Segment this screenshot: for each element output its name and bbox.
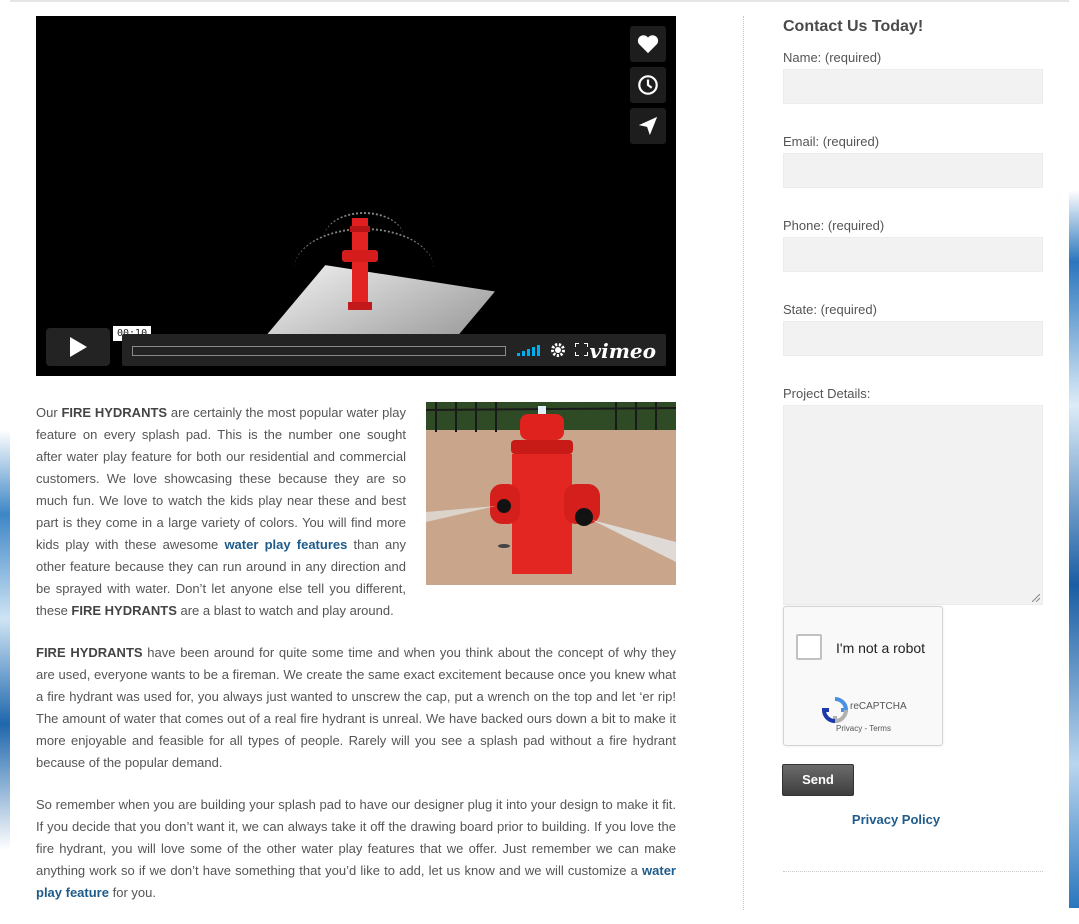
project-details-textarea[interactable] (783, 405, 1043, 605)
state-label: State: (required) (783, 302, 877, 317)
recaptcha-logo-icon (822, 697, 848, 723)
share-button[interactable] (630, 108, 666, 144)
vimeo-logo[interactable]: vimeo (590, 339, 656, 363)
water-play-features-link[interactable]: water play features (224, 537, 347, 552)
clock-icon (638, 75, 658, 95)
page-content: 00:10 vimeo (10, 0, 1069, 910)
name-field[interactable] (783, 69, 1043, 104)
recaptcha-checkbox[interactable] (796, 634, 822, 660)
like-button[interactable] (630, 26, 666, 62)
phone-field[interactable] (783, 237, 1043, 272)
article-paragraph-3: So remember when you are building your s… (36, 797, 676, 900)
fullscreen-icon[interactable] (575, 343, 588, 356)
video-progress-bar[interactable] (132, 346, 506, 356)
volume-icon[interactable] (517, 345, 540, 356)
send-icon (638, 116, 658, 136)
fire-hydrant-photo (426, 402, 676, 585)
send-button[interactable]: Send (782, 764, 854, 796)
recaptcha-widget: I'm not a robot reCAPTCHA Privacy - Term… (783, 606, 943, 746)
video-control-bar: vimeo (122, 334, 666, 366)
resize-handle-icon[interactable] (1032, 594, 1040, 602)
privacy-policy-link[interactable]: Privacy Policy (783, 812, 1009, 827)
settings-gear-icon[interactable] (550, 342, 566, 358)
play-icon (70, 337, 87, 357)
recaptcha-label: I'm not a robot (836, 640, 926, 656)
state-field[interactable] (783, 321, 1043, 356)
email-label: Email: (required) (783, 134, 880, 149)
phone-label: Phone: (required) (783, 218, 885, 233)
fire-hydrant-image (426, 402, 676, 585)
article-body: Our FIRE HYDRANTS are certainly the most… (36, 402, 676, 924)
heart-icon (637, 35, 659, 54)
sidebar-divider (783, 871, 1043, 872)
name-label: Name: (required) (783, 50, 882, 65)
video-player[interactable]: 00:10 vimeo (36, 16, 676, 376)
recaptcha-brand: reCAPTCHA (850, 701, 907, 712)
recaptcha-links[interactable]: Privacy - Terms (836, 724, 891, 733)
contact-title: Contact Us Today! (783, 18, 924, 35)
article-paragraph-2: FIRE HYDRANTS have been around for quite… (36, 645, 676, 770)
contact-sidebar: Contact Us Today! Name: (required) Email… (782, 16, 1043, 872)
video-hydrant-graphic (342, 218, 378, 310)
column-divider (743, 16, 744, 910)
play-button[interactable] (46, 328, 110, 366)
project-details-label: Project Details: (783, 386, 871, 401)
email-field[interactable] (783, 153, 1043, 188)
watch-later-button[interactable] (630, 67, 666, 103)
